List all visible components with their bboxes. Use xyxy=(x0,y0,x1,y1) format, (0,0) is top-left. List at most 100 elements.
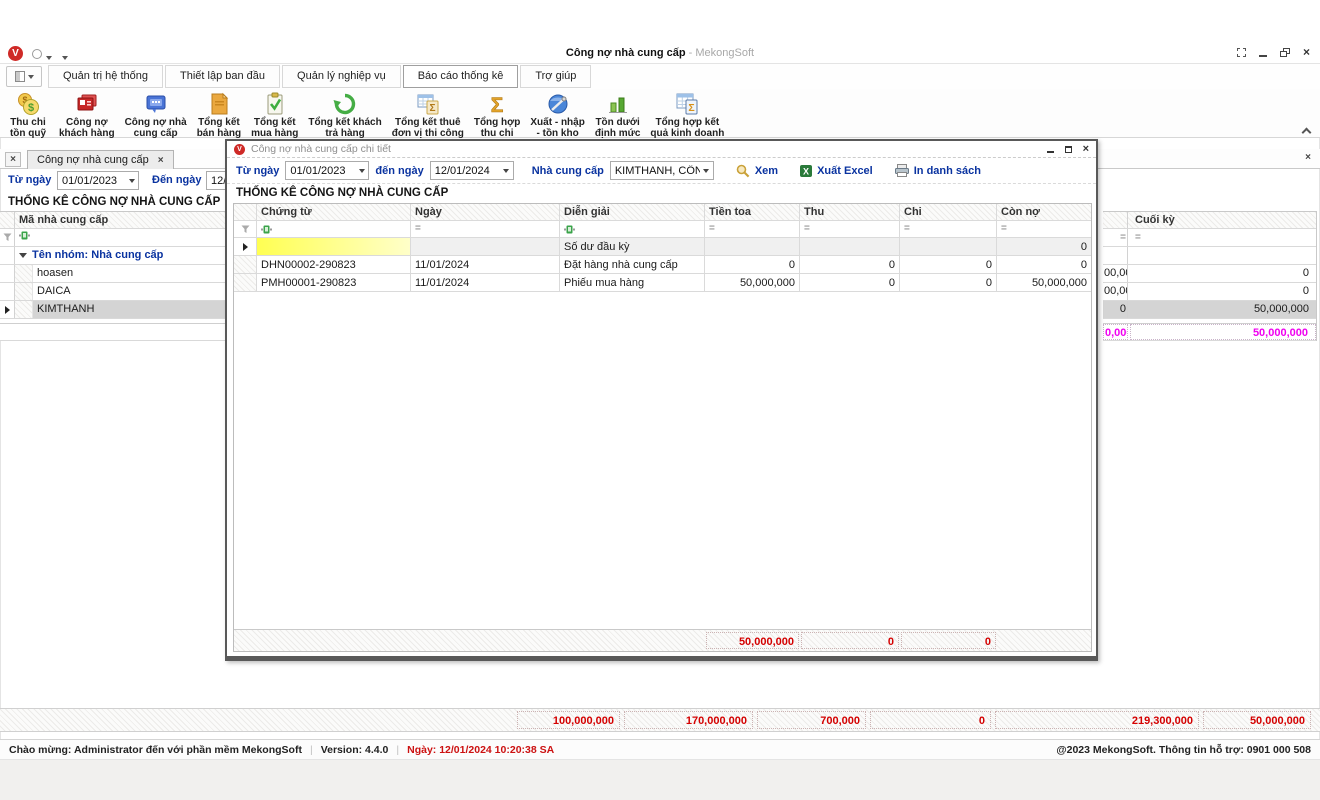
col-thu[interactable]: Thu xyxy=(800,204,900,220)
dialog-from-date-label: Từ ngày xyxy=(236,165,279,177)
chevron-down-icon[interactable] xyxy=(125,172,138,189)
dialog-titlebar[interactable]: V Công nợ nhà cung cấp chi tiết × xyxy=(227,141,1096,158)
dialog-section-title: THỐNG KÊ CÔNG NỢ NHÀ CUNG CẤP xyxy=(227,184,1096,202)
ribbon-item-cong-no-khach-hang[interactable]: Công nợkhách hàng xyxy=(54,89,120,139)
col-con-no[interactable]: Còn nợ xyxy=(997,204,1091,220)
dialog-row-pmh00001[interactable]: PMH00001-290823 11/01/2024 Phiếu mua hàn… xyxy=(234,274,1091,292)
col-chi[interactable]: Chi xyxy=(900,204,997,220)
filter-edit-icon xyxy=(19,231,30,240)
status-version: Version: 4.4.0 xyxy=(321,744,389,756)
filter-cell-supplier[interactable] xyxy=(15,229,231,246)
titlebar: V Công nợ nhà cung cấp - MekongSoft × xyxy=(0,44,1320,64)
grid-group-summary-row-right: 0,000 50,000,000 xyxy=(1103,323,1316,341)
tab-label: Công nợ nhà cung cấp xyxy=(37,152,149,169)
dialog-row-opening-balance[interactable]: Số dư đầu kỳ 0 xyxy=(234,238,1091,256)
dialog-minimize-icon[interactable] xyxy=(1047,146,1054,153)
group-expand-icon xyxy=(19,253,27,258)
menu-tab-quan-tri-he-thong[interactable]: Quản trị hệ thống xyxy=(48,65,163,88)
dialog-supplier-input[interactable] xyxy=(611,165,700,177)
chevron-down-icon[interactable] xyxy=(500,162,513,179)
returns-arrow-icon xyxy=(332,90,358,117)
grid-group-row[interactable]: Tên nhóm: Nhà cung cấp xyxy=(0,247,231,265)
window-layout-button[interactable] xyxy=(6,66,42,87)
dialog-to-date-combo[interactable] xyxy=(430,161,514,180)
filter-edit-icon xyxy=(261,225,272,234)
column-header-supplier-code[interactable]: Mã nhà cung cấp xyxy=(15,212,231,228)
supplier-debt-icon xyxy=(143,90,169,117)
row-right-hoasen[interactable]: 00,000 0 xyxy=(1103,265,1316,283)
bar-chart-icon xyxy=(605,90,631,117)
row-indicator-header xyxy=(0,212,15,228)
ribbon-item-thu-chi-ton-quy[interactable]: $$ Thu chitồn quỹ xyxy=(2,89,54,139)
sheet-sigma2-icon: Σ xyxy=(674,90,700,117)
menu-tab-tro-giup[interactable]: Trợ giúp xyxy=(520,65,591,88)
tab-close-icon[interactable]: × xyxy=(158,152,164,169)
ribbon-collapse-chevron-icon[interactable] xyxy=(1300,127,1312,137)
grid-group-row-right xyxy=(1103,247,1316,265)
dialog-to-date-input[interactable] xyxy=(431,165,500,177)
to-date-label: Đến ngày xyxy=(152,174,202,186)
ribbon-item-tong-ket-ban-hang[interactable]: Tổng kếtbán hàng xyxy=(192,89,246,139)
row-right-daica[interactable]: 00,000 0 xyxy=(1103,283,1316,301)
dialog-close-icon[interactable]: × xyxy=(1083,145,1089,153)
footer-total-2: 170,000,000 xyxy=(624,711,753,729)
footer-total-4: 0 xyxy=(870,711,991,729)
print-list-button[interactable]: In danh sách xyxy=(895,164,981,177)
supplier-row-hoasen[interactable]: hoasen xyxy=(0,265,231,283)
col-dien-giai[interactable]: Diễn giải xyxy=(560,204,705,220)
chevron-down-icon[interactable] xyxy=(700,162,713,179)
supplier-row-kimthanh-selected[interactable]: KIMTHANH xyxy=(0,301,231,319)
ribbon-item-tong-hop-thu-chi[interactable]: Σ Tổng hợpthu chi xyxy=(469,89,526,139)
svg-text:X: X xyxy=(803,166,809,176)
ribbon-item-ton-duoi-dinh-muc[interactable]: Tồn dướiđịnh mức xyxy=(590,89,646,139)
minimize-icon[interactable] xyxy=(1259,49,1267,57)
ribbon-item-cong-no-nha-cung-cap[interactable]: Công nợ nhàcung cấp xyxy=(120,89,192,139)
svg-text:Σ: Σ xyxy=(689,102,695,114)
view-button[interactable]: Xem xyxy=(736,164,778,178)
from-date-label: Từ ngày xyxy=(8,174,51,186)
ribbon-item-tong-hop-ket-qua-kinh-doanh[interactable]: Σ Tổng hợp kếtquả kinh doanh xyxy=(645,89,729,139)
tabbar-close-icon[interactable]: × xyxy=(1305,152,1311,163)
supplier-row-daica[interactable]: DAICA xyxy=(0,283,231,301)
close-icon[interactable]: × xyxy=(1303,48,1310,57)
ribbon-item-tong-ket-thue-don-vi-thi-cong[interactable]: Σ Tổng kết thuêđơn vị thi công xyxy=(387,89,469,139)
sheet-sigma-icon: Σ xyxy=(415,90,441,117)
dialog-from-date-input[interactable] xyxy=(286,165,355,177)
tab-cong-no-nha-cung-cap[interactable]: Công nợ nhà cung cấp × xyxy=(27,150,174,169)
dialog-supplier-combo[interactable] xyxy=(610,161,714,180)
restore-icon[interactable] xyxy=(1280,48,1290,57)
ribbon-item-tong-ket-khach-tra-hang[interactable]: Tổng kết kháchtrả hàng xyxy=(303,89,386,139)
menu-tab-quan-ly-nghiep-vu[interactable]: Quản lý nghiệp vụ xyxy=(282,65,401,88)
dialog-row-dhn00002[interactable]: DHN00002-290823 11/01/2024 Đặt hàng nhà … xyxy=(234,256,1091,274)
from-date-input[interactable] xyxy=(58,175,125,187)
supplier-grid-right: Cuối kỳ = = 00,000 0 00,000 0 0 50,000,0… xyxy=(1103,211,1317,341)
export-excel-button[interactable]: X Xuất Excel xyxy=(800,165,873,177)
ribbon-item-tong-ket-mua-hang[interactable]: Tổng kếtmua hàng xyxy=(246,89,303,139)
menu-tab-thiet-lap-ban-dau[interactable]: Thiết lập ban đầu xyxy=(165,65,280,88)
supplier-grid-left: Mã nhà cung cấp Tên nhóm: Nhà cung cấp h… xyxy=(0,211,231,341)
sigma-icon: Σ xyxy=(484,90,510,117)
chevron-down-icon[interactable] xyxy=(355,162,368,179)
row-right-kimthanh-selected[interactable]: 0 50,000,000 xyxy=(1103,301,1316,319)
dialog-grid-filter-row: = = = = = xyxy=(234,221,1091,238)
fullscreen-icon[interactable] xyxy=(1237,48,1246,57)
from-date-combo[interactable] xyxy=(57,171,139,190)
menu-tab-bao-cao-thong-ke[interactable]: Báo cáo thống kê xyxy=(403,65,519,88)
main-section-title: THỐNG KÊ CÔNG NỢ NHÀ CUNG CẤP xyxy=(8,196,220,208)
dialog-supplier-label: Nhà cung cấp xyxy=(532,165,604,177)
footer-total-3: 700,000 xyxy=(757,711,866,729)
column-header-end-period[interactable]: Cuối kỳ xyxy=(1128,212,1316,228)
col-chung-tu[interactable]: Chứng từ xyxy=(257,204,411,220)
dialog-maximize-icon[interactable] xyxy=(1065,146,1072,153)
col-tien-toa[interactable]: Tiền toa xyxy=(705,204,800,220)
customer-debt-icon xyxy=(74,90,100,117)
dialog-total-thu: 0 xyxy=(801,632,899,649)
dialog-from-date-combo[interactable] xyxy=(285,161,369,180)
close-all-tabs-button[interactable]: × xyxy=(5,152,21,167)
dialog-logo-icon: V xyxy=(234,144,245,155)
magnifier-icon xyxy=(736,164,750,178)
ribbon-item-xuat-nhap-ton-kho[interactable]: Xuất - nhập- tồn kho xyxy=(525,89,589,139)
sales-note-icon xyxy=(206,90,232,117)
col-ngay[interactable]: Ngày xyxy=(411,204,560,220)
status-date: Ngày: 12/01/2024 10:20:38 SA xyxy=(407,744,554,756)
